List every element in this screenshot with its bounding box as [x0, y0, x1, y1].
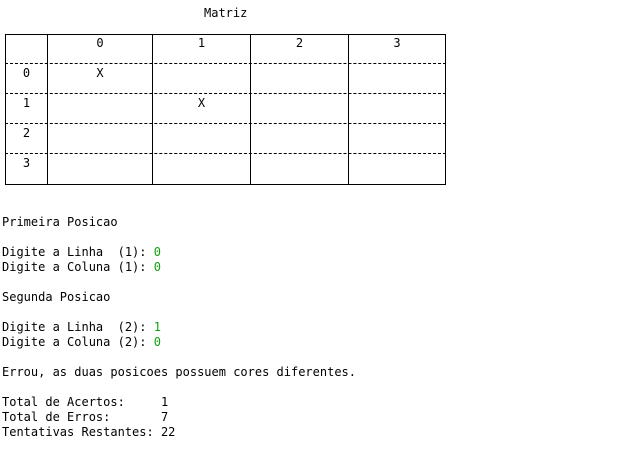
board-row-divider [5, 123, 446, 124]
matrix-cell: X [197, 96, 206, 110]
column-header: 3 [393, 36, 401, 50]
row-header: 2 [22, 126, 31, 140]
total-hits-value: 1 [160, 395, 169, 409]
total-hits-line: Total de Acertos: 1 [2, 395, 168, 410]
total-errors-line: Total de Erros: 7 [2, 410, 168, 425]
row-header: 0 [22, 66, 31, 80]
total-errors-value: 7 [160, 410, 169, 424]
result-message: Errou, as duas posicoes possuem cores di… [2, 365, 357, 379]
col-prompt-2: Digite a Coluna (2): [2, 335, 154, 349]
board-col-separator [348, 34, 349, 185]
col-input-value-2: 0 [153, 335, 161, 349]
board-top-border [5, 34, 446, 35]
remaining-attempts-label: Tentativas Restantes: [2, 425, 161, 439]
column-header: 2 [295, 36, 304, 50]
remaining-attempts-line: Tentativas Restantes: 22 [2, 425, 175, 440]
col-input-value-1: 0 [153, 260, 161, 274]
total-hits-label: Total de Acertos: [2, 395, 161, 409]
matrix-cell: X [96, 66, 104, 80]
row-header: 3 [22, 156, 31, 170]
row-prompt-1: Digite a Linha (1): [2, 245, 154, 259]
col-prompt-1: Digite a Coluna (1): [2, 260, 154, 274]
column-header: 0 [96, 36, 104, 50]
matrix-title: Matriz [204, 6, 248, 20]
board-bottom-border [5, 184, 446, 185]
total-errors-label: Total de Erros: [2, 410, 161, 424]
row-prompt-2: Digite a Linha (2): [2, 320, 154, 334]
board-row-divider [5, 153, 446, 154]
second-position-heading: Segunda Posicao [2, 290, 111, 304]
board-row-divider [5, 63, 446, 64]
row-input-value-2: 1 [153, 320, 161, 334]
row-header: 1 [22, 96, 31, 110]
board-col-separator [47, 34, 48, 185]
board-col-separator [250, 34, 251, 185]
row-prompt-line-1: Digite a Linha (1): 0 [2, 245, 161, 260]
first-position-heading: Primeira Posicao [2, 215, 118, 229]
matrix-board: 0 1 2 3 0 X 1 X 2 3 [5, 34, 446, 186]
board-row-divider [5, 93, 446, 94]
row-input-value-1: 0 [153, 245, 161, 259]
col-prompt-line-1: Digite a Coluna (1): 0 [2, 260, 161, 275]
col-prompt-line-2: Digite a Coluna (2): 0 [2, 335, 161, 350]
column-header: 1 [197, 36, 206, 50]
board-col-separator [445, 34, 446, 185]
remaining-attempts-value: 22 [160, 425, 176, 439]
row-prompt-line-2: Digite a Linha (2): 1 [2, 320, 161, 335]
